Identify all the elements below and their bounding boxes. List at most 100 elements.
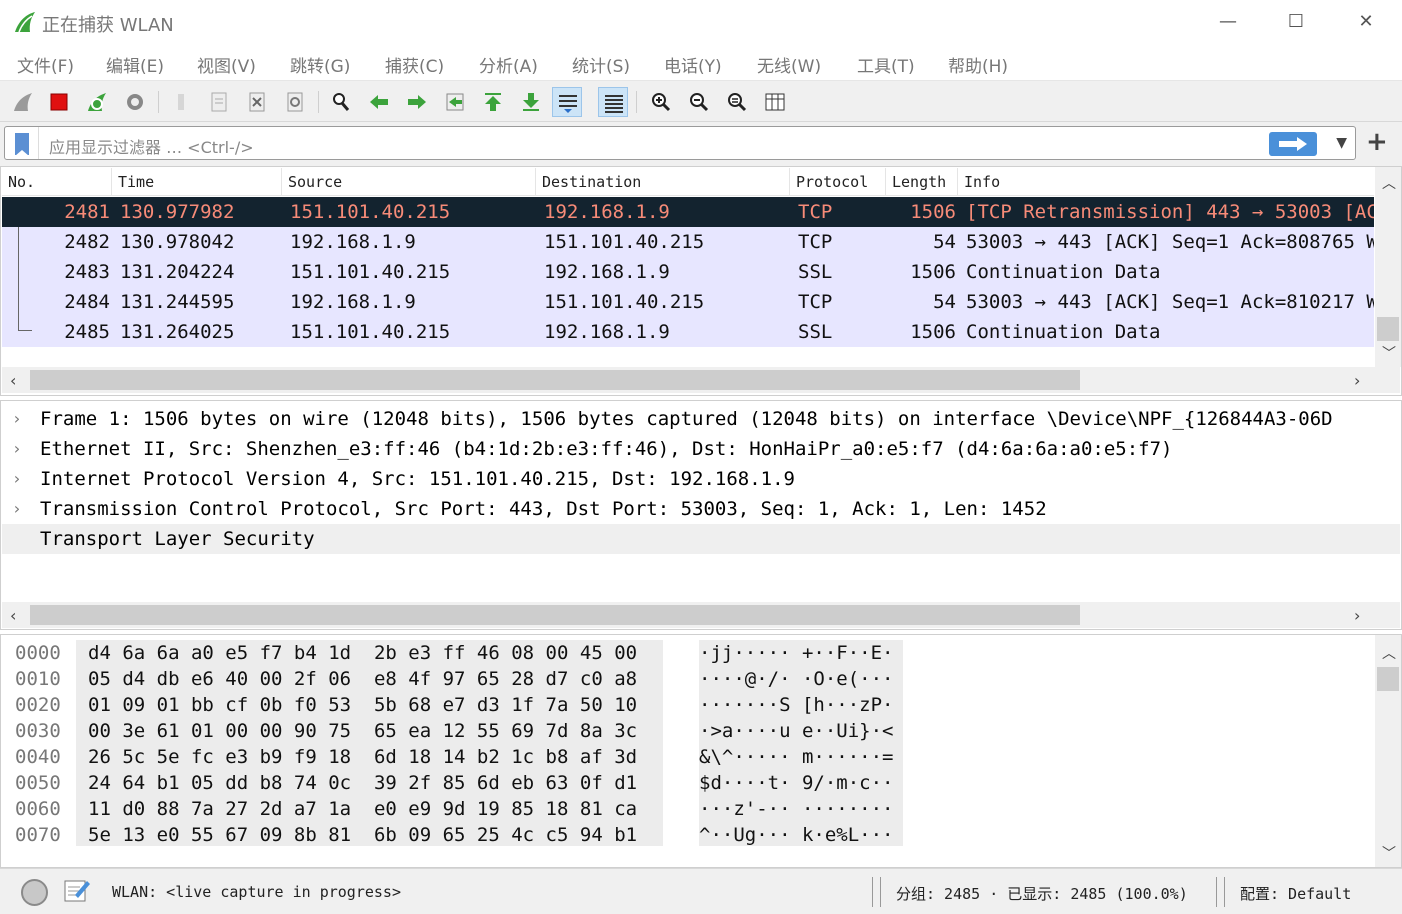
scroll-up-arrow-icon[interactable]: ︿ [1382,173,1396,193]
column-header-protocol[interactable]: Protocol [790,168,886,196]
scroll-thumb[interactable] [1377,317,1399,341]
byte-row[interactable]: 0000 d4 6a 6a a0 e5 f7 b4 1d 2b e3 ff 46 … [1,640,1371,666]
minimize-button[interactable]: — [1214,8,1242,36]
reload-file-button[interactable] [280,87,310,117]
packet-list-hscroll[interactable]: ‹ › [2,367,1400,393]
scroll-thumb[interactable] [1377,667,1399,691]
byte-row[interactable]: 0060 11 d0 88 7a 27 2d a7 1a e0 e9 9d 19 … [1,796,1371,822]
scroll-thumb[interactable] [30,370,1080,390]
zoom-out-button[interactable] [684,87,714,117]
go-to-packet-button[interactable] [440,87,470,117]
details-hscroll[interactable]: ‹ › [2,602,1400,628]
detail-tree-item[interactable]: › Internet Protocol Version 4, Src: 151.1… [2,464,1400,494]
byte-row[interactable]: 0020 01 09 01 bb cf 0b f0 53 5b 68 e7 d3 … [1,692,1371,718]
menu-tools[interactable]: 工具(T) [857,52,915,77]
menu-view[interactable]: 视图(V) [197,52,256,77]
apply-filter-button[interactable] [1269,132,1317,156]
menu-edit[interactable]: 编辑(E) [106,52,164,77]
find-packet-button[interactable] [326,87,356,117]
scroll-down-arrow-icon[interactable]: ﹀ [1382,343,1396,363]
capture-comment-icon[interactable] [63,877,91,905]
auto-scroll-button[interactable] [552,87,582,117]
menu-wireless[interactable]: 无线(W) [757,52,821,77]
column-header-source[interactable]: Source [282,168,536,196]
restart-capture-button[interactable] [82,87,112,117]
status-separator [1216,877,1217,907]
packet-list-header: No. Time Source Destination Protocol Len… [2,168,1374,196]
packet-row[interactable]: 2482 130.978042 192.168.1.9 151.101.40.215 T… [2,227,1374,257]
file-save-icon [211,92,227,112]
detail-tree-item[interactable]: Transport Layer Security [2,524,1400,554]
zoom-in-button[interactable] [646,87,676,117]
cell-source: 151.101.40.215 [290,201,451,223]
column-header-no[interactable]: No. [2,168,112,196]
maximize-button[interactable]: ☐ [1282,8,1310,36]
chevron-right-icon[interactable]: › [12,464,22,494]
detail-tree-item[interactable]: › Ethernet II, Src: Shenzhen_e3:ff:46 (b4… [2,434,1400,464]
column-header-time[interactable]: Time [112,168,282,196]
packet-list-vscroll[interactable]: ︿ ﹀ [1375,167,1401,367]
menu-statistics[interactable]: 统计(S) [572,52,630,77]
scroll-thumb[interactable] [30,605,1080,625]
menu-help[interactable]: 帮助(H) [948,52,1008,77]
scroll-right-arrow-icon[interactable]: › [1354,371,1360,390]
last-packet-button[interactable] [516,87,546,117]
scroll-right-arrow-icon[interactable]: › [1354,606,1360,625]
stop-capture-button[interactable] [44,87,74,117]
cell-info: 53003 → 443 [ACK] Seq=1 Ack=808765 Win=1… [966,231,1374,253]
close-button[interactable]: ✕ [1352,8,1380,36]
byte-row[interactable]: 0030 00 3e 61 01 00 00 90 75 65 ea 12 55 … [1,718,1371,744]
detail-text: Frame 1: 1506 bytes on wire (12048 bits)… [40,408,1333,430]
resize-columns-button[interactable] [760,87,790,117]
packet-row[interactable]: 2484 131.244595 192.168.1.9 151.101.40.215 T… [2,287,1374,317]
column-header-destination[interactable]: Destination [536,168,790,196]
column-header-length[interactable]: Length [886,168,958,196]
scroll-down-arrow-icon[interactable]: ﹀ [1382,843,1396,863]
cell-time: 130.977982 [120,201,235,223]
profile-text[interactable]: 配置: Default [1240,883,1351,904]
chevron-right-icon[interactable]: › [12,404,22,434]
detail-tree-item[interactable]: › Frame 1: 1506 bytes on wire (12048 bits… [2,404,1400,434]
byte-hex: 11 d0 88 7a 27 2d a7 1a e0 e9 9d 19 85 1… [88,798,638,820]
byte-row[interactable]: 0010 05 d4 db e6 40 00 2f 06 e8 4f 97 65 … [1,666,1371,692]
colorize-button[interactable] [598,87,628,117]
menu-capture[interactable]: 捕获(C) [385,52,444,77]
filter-bookmark-button[interactable] [5,127,39,159]
first-packet-button[interactable] [478,87,508,117]
packet-row[interactable]: 2485 131.264025 151.101.40.215 192.168.1.9 S… [2,317,1374,347]
byte-offset: 0050 [15,772,61,794]
packet-row[interactable]: 2483 131.204224 151.101.40.215 192.168.1.9 S… [2,257,1374,287]
restart-icon [88,93,106,111]
scroll-left-arrow-icon[interactable]: ‹ [10,371,16,390]
chevron-right-icon[interactable]: › [12,434,22,464]
bytes-vscroll[interactable]: ︿ ﹀ [1375,635,1401,867]
display-filter-input[interactable]: 应用显示过滤器 … <Ctrl-/> ▼ [4,126,1356,160]
filter-history-dropdown[interactable]: ▼ [1336,135,1347,151]
menu-file[interactable]: 文件(F) [17,52,74,77]
byte-ascii: ·······S [h···zP· [699,694,894,716]
packet-row[interactable]: 2481 130.977982 151.101.40.215 192.168.1.9 T… [2,197,1374,227]
detail-tree-item[interactable]: › Transmission Control Protocol, Src Port… [2,494,1400,524]
scroll-left-arrow-icon[interactable]: ‹ [10,606,16,625]
expert-info-indicator-icon[interactable] [21,879,48,906]
zoom-reset-button[interactable] [722,87,752,117]
capture-options-button[interactable] [120,87,150,117]
gear-icon [127,94,143,110]
byte-row[interactable]: 0070 5e 13 e0 55 67 09 8b 81 6b 09 65 25 … [1,822,1371,848]
menu-telephony[interactable]: 电话(Y) [664,52,722,77]
go-forward-button[interactable] [402,87,432,117]
menu-analyze[interactable]: 分析(A) [479,52,538,77]
byte-row[interactable]: 0040 26 5c 5e fc e3 b9 f9 18 6d 18 14 b2 … [1,744,1371,770]
save-file-button[interactable] [204,87,234,117]
open-file-button[interactable] [166,87,196,117]
add-filter-button[interactable]: + [1366,127,1388,157]
scroll-up-arrow-icon[interactable]: ︿ [1382,643,1396,663]
column-header-info[interactable]: Info [958,168,1374,196]
go-back-button[interactable] [364,87,394,117]
close-file-button[interactable] [242,87,272,117]
start-capture-button[interactable] [8,87,38,117]
menu-go[interactable]: 跳转(G) [290,52,350,77]
cell-time: 130.978042 [120,231,235,253]
byte-row[interactable]: 0050 24 64 b1 05 dd b8 74 0c 39 2f 85 6d … [1,770,1371,796]
chevron-right-icon[interactable]: › [12,494,22,524]
